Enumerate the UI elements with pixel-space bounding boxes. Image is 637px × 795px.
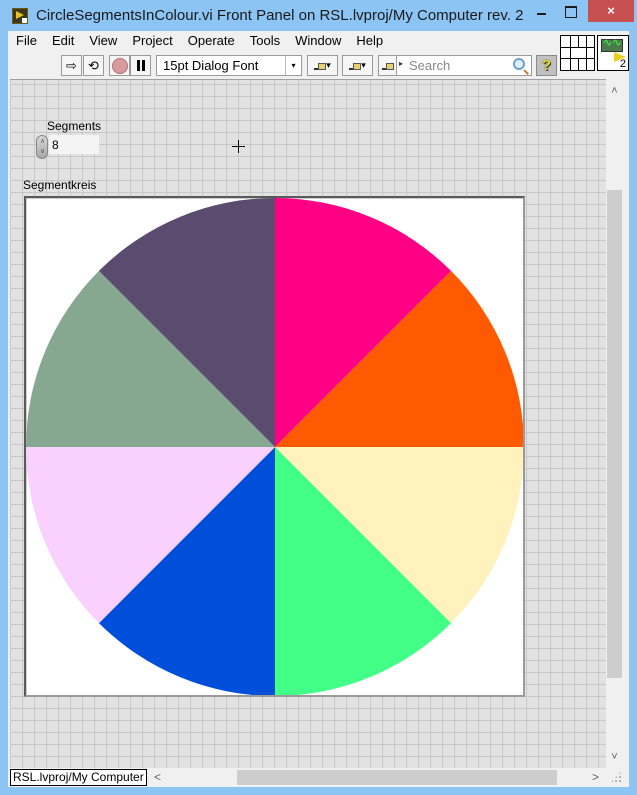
increment-arrow-icon[interactable]: ∧ <box>38 137 47 147</box>
labview-app-icon[interactable] <box>12 8 28 24</box>
waveform-icon <box>601 36 623 52</box>
maximize-button[interactable] <box>556 0 584 22</box>
vi-icon-number: 2 <box>619 58 626 70</box>
align-icon <box>314 61 327 70</box>
project-context-label[interactable]: RSL.lvproj/My Computer <box>10 769 147 786</box>
distribute-objects-button[interactable]: ▾ <box>342 55 373 76</box>
connector-pane[interactable] <box>560 35 595 71</box>
search-icon[interactable] <box>513 58 525 70</box>
run-button[interactable]: ⇨ <box>61 55 82 76</box>
menu-tools[interactable]: Tools <box>242 31 287 51</box>
scroll-right-icon[interactable]: > <box>587 768 604 787</box>
run-continuously-icon: ⟲ <box>88 57 99 73</box>
minimize-button[interactable] <box>528 0 556 22</box>
resize-objects-button[interactable] <box>378 55 396 76</box>
segments-numeric-input[interactable] <box>49 135 99 154</box>
front-panel-window: File Edit View Project Operate Tools Win… <box>8 31 629 787</box>
segment-circle <box>26 198 523 695</box>
chevron-down-icon: ▾ <box>326 60 331 70</box>
close-button[interactable]: × <box>588 0 634 22</box>
align-objects-button[interactable]: ▾ <box>307 55 338 76</box>
menu-edit[interactable]: Edit <box>44 31 81 51</box>
menu-project[interactable]: Project <box>124 31 179 51</box>
title-bar: CircleSegmentsInColour.vi Front Panel on… <box>0 0 637 32</box>
chevron-down-icon: ▾ <box>361 60 366 70</box>
menu-file[interactable]: File <box>8 31 44 51</box>
abort-execution-button[interactable] <box>109 55 130 76</box>
menu-bar: File Edit View Project Operate Tools Win… <box>8 31 560 51</box>
segments-label: Segments <box>47 119 102 133</box>
decrement-arrow-icon[interactable]: ∨ <box>38 147 47 157</box>
vi-icon[interactable]: 2 <box>597 35 629 71</box>
search-input[interactable] <box>409 57 509 74</box>
menu-help[interactable]: Help <box>348 31 390 51</box>
segments-increment-decrement[interactable]: ∧ ∨ <box>36 135 48 159</box>
search-expand-icon[interactable]: ▸ <box>399 59 403 68</box>
search-box: ▸ <box>396 55 532 76</box>
menu-view[interactable]: View <box>81 31 124 51</box>
connector-terminal[interactable] <box>586 58 595 71</box>
run-arrow-icon: ⇨ <box>66 57 77 73</box>
font-select-value: 15pt Dialog Font <box>163 58 259 73</box>
chevron-down-icon: ▾ <box>285 56 301 75</box>
vertical-scrollbar[interactable]: ˄ ˅ <box>606 79 623 768</box>
segmentkreis-picture-indicator <box>24 196 525 697</box>
segmentkreis-label: Segmentkreis <box>23 178 97 192</box>
pause-button[interactable] <box>130 55 151 76</box>
run-continuously-button[interactable]: ⟲ <box>83 55 104 76</box>
window-title: CircleSegmentsInColour.vi Front Panel on… <box>36 7 524 24</box>
front-panel-canvas: Segments ∧ ∨ Segmentkreis <box>10 79 606 768</box>
menu-window[interactable]: Window <box>287 31 348 51</box>
toolbar: ⇨ ⟲ 15pt Dialog Font ▾ ▾ ▾ ▸ ? <box>8 51 560 79</box>
horizontal-scroll-thumb[interactable] <box>237 770 557 785</box>
resize-grip-icon[interactable] <box>610 771 622 783</box>
menu-operate[interactable]: Operate <box>180 31 242 51</box>
vertical-scroll-thumb[interactable] <box>607 190 622 678</box>
text-settings-select[interactable]: 15pt Dialog Font ▾ <box>156 55 302 76</box>
distribute-icon <box>349 61 362 70</box>
scroll-left-icon[interactable]: < <box>149 768 166 787</box>
scroll-up-icon[interactable]: ˄ <box>606 83 623 100</box>
scroll-down-icon[interactable]: ˅ <box>606 749 623 766</box>
resize-icon <box>382 61 394 70</box>
context-help-button[interactable]: ? <box>536 55 557 76</box>
horizontal-scrollbar[interactable]: < > <box>149 768 606 787</box>
status-row: RSL.lvproj/My Computer < > <box>8 768 629 787</box>
crosshair-cursor-icon <box>232 140 245 153</box>
